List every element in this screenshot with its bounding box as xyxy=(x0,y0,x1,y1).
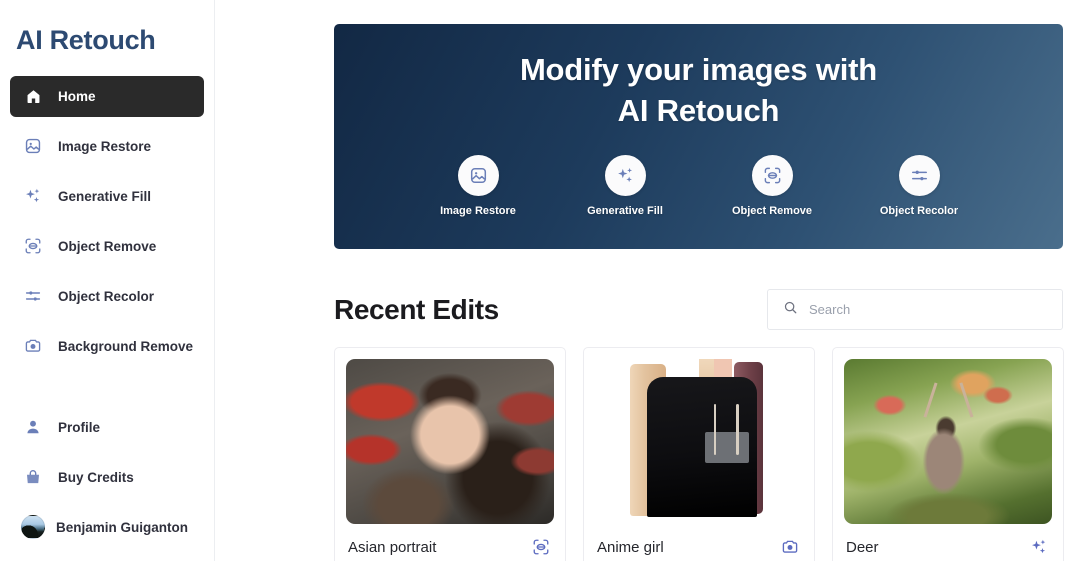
camera-icon xyxy=(24,337,42,355)
sidebar-item-generative-fill[interactable]: Generative Fill xyxy=(10,176,204,217)
hero-action-image-restore[interactable]: Image Restore xyxy=(439,155,517,217)
hero-action-object-remove[interactable]: Object Remove xyxy=(733,155,811,217)
main-content: Modify your images with AI Retouch Image… xyxy=(215,0,1080,561)
hero-action-label: Object Recolor xyxy=(880,205,958,217)
sidebar-user[interactable]: Benjamin Guiganton xyxy=(10,507,204,548)
sparkles-icon xyxy=(605,155,646,196)
scan-object-icon xyxy=(24,237,42,255)
deer-thumbnail xyxy=(844,359,1052,524)
hero-action-list: Image Restore Generative Fill Object Rem… xyxy=(439,155,958,217)
image-restore-icon xyxy=(458,155,499,196)
page-title: Recent Edits xyxy=(334,294,499,326)
user-icon xyxy=(24,418,42,436)
hero-banner: Modify your images with AI Retouch Image… xyxy=(334,24,1063,249)
search-box[interactable] xyxy=(767,289,1063,330)
sidebar-item-label: Generative Fill xyxy=(58,189,151,204)
search-icon xyxy=(783,300,798,320)
sidebar-item-label: Object Remove xyxy=(58,239,156,254)
image-restore-icon xyxy=(24,137,42,155)
recent-edit-card[interactable]: Asian portrait xyxy=(334,347,566,561)
recent-edit-card[interactable]: Anime girl xyxy=(583,347,815,561)
sidebar-item-label: Background Remove xyxy=(58,339,193,354)
sidebar-user-name: Benjamin Guiganton xyxy=(56,520,188,535)
sparkles-icon xyxy=(24,187,42,205)
sidebar-primary-nav: Home Image Restore Generative Fill Objec… xyxy=(10,76,204,367)
sidebar-item-label: Buy Credits xyxy=(58,470,134,485)
card-title: Deer xyxy=(846,539,879,556)
filters-icon xyxy=(899,155,940,196)
sidebar-item-home[interactable]: Home xyxy=(10,76,204,117)
filters-icon xyxy=(24,287,42,305)
asian-portrait-thumbnail xyxy=(346,359,554,524)
scan-object-icon xyxy=(752,155,793,196)
anime-girl-thumbnail xyxy=(595,359,803,524)
hero-title-line-2: AI Retouch xyxy=(618,93,780,128)
camera-icon[interactable] xyxy=(780,538,799,557)
sidebar-item-image-restore[interactable]: Image Restore xyxy=(10,126,204,167)
sidebar-item-label: Object Recolor xyxy=(58,289,154,304)
recent-edits-grid: Asian portrait xyxy=(334,347,1063,561)
avatar xyxy=(21,515,45,539)
app-root: AI Retouch Home Image Restore Generative… xyxy=(0,0,1080,561)
sidebar-secondary-nav: Profile Buy Credits Benjamin Guiganton xyxy=(10,407,204,548)
card-footer: Anime girl xyxy=(595,524,803,561)
hero-action-object-recolor[interactable]: Object Recolor xyxy=(880,155,958,217)
sidebar-item-label: Profile xyxy=(58,420,100,435)
app-logo[interactable]: AI Retouch xyxy=(10,0,204,56)
sidebar-item-label: Image Restore xyxy=(58,139,151,154)
card-title: Asian portrait xyxy=(348,539,436,556)
scan-object-icon[interactable] xyxy=(531,538,550,557)
sidebar: AI Retouch Home Image Restore Generative… xyxy=(0,0,215,561)
sparkles-icon[interactable] xyxy=(1029,538,1048,557)
recent-edits-header: Recent Edits xyxy=(334,289,1063,330)
hero-action-generative-fill[interactable]: Generative Fill xyxy=(586,155,664,217)
recent-edit-card[interactable]: Deer xyxy=(832,347,1064,561)
sidebar-item-buy-credits[interactable]: Buy Credits xyxy=(10,457,204,498)
card-title: Anime girl xyxy=(597,539,664,556)
sidebar-item-label: Home xyxy=(58,89,96,104)
hero-action-label: Generative Fill xyxy=(587,205,663,217)
sidebar-item-object-recolor[interactable]: Object Recolor xyxy=(10,276,204,317)
hero-action-label: Object Remove xyxy=(732,205,812,217)
card-footer: Asian portrait xyxy=(346,524,554,561)
search-input[interactable] xyxy=(809,302,1047,317)
hero-action-label: Image Restore xyxy=(440,205,516,217)
sidebar-item-profile[interactable]: Profile xyxy=(10,407,204,448)
card-footer: Deer xyxy=(844,524,1052,561)
home-icon xyxy=(24,87,42,105)
bag-icon xyxy=(24,468,42,486)
sidebar-item-object-remove[interactable]: Object Remove xyxy=(10,226,204,267)
hero-title-line-1: Modify your images with xyxy=(520,52,877,87)
hero-title: Modify your images with AI Retouch xyxy=(520,50,877,132)
sidebar-item-background-remove[interactable]: Background Remove xyxy=(10,326,204,367)
